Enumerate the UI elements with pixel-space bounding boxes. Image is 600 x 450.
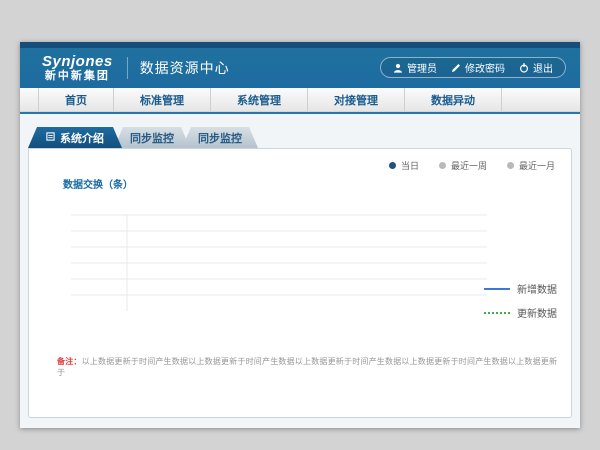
radio-today[interactable]: 当日 xyxy=(389,159,419,172)
tab-system-intro[interactable]: 系统介绍 xyxy=(28,127,122,148)
radio-last-month[interactable]: 最近一月 xyxy=(507,159,555,172)
radio-last-week[interactable]: 最近一周 xyxy=(439,159,487,172)
edit-icon xyxy=(451,63,461,73)
series-legend: 新增数据 更新数据 xyxy=(484,281,557,320)
y-axis-title: 数据交换（条） xyxy=(63,176,571,191)
chart-panel: 当日 最近一周 最近一月 数据交换（条） 新增数据 xyxy=(28,148,572,418)
legend-item-update-data[interactable]: 更新数据 xyxy=(484,305,557,320)
legend-label: 更新数据 xyxy=(517,305,557,320)
legend-label: 新增数据 xyxy=(517,281,557,296)
nav-item-home[interactable]: 首页 xyxy=(38,88,114,111)
line-chart xyxy=(35,193,535,337)
nav-item-interface-mgmt[interactable]: 对接管理 xyxy=(308,88,405,111)
change-password-label: 修改密码 xyxy=(465,60,505,75)
logout-icon xyxy=(519,63,529,73)
tab-sync-monitor-1[interactable]: 同步监控 xyxy=(114,127,190,148)
nav-item-standard-mgmt[interactable]: 标准管理 xyxy=(114,88,211,111)
radio-label: 当日 xyxy=(401,159,419,172)
chart-wrap: 新增数据 更新数据 xyxy=(35,193,571,342)
radio-label: 最近一月 xyxy=(519,159,555,172)
content-area: 系统介绍 同步监控 同步监控 当日 最近一周 xyxy=(20,114,580,428)
logout-label: 退出 xyxy=(533,60,553,75)
nav-item-system-mgmt[interactable]: 系统管理 xyxy=(211,88,308,111)
note-prefix: 备注： xyxy=(57,357,82,366)
radio-dot-icon xyxy=(439,162,446,169)
radio-dot-selected-icon xyxy=(389,162,396,169)
tab-monitor-icon xyxy=(46,132,55,144)
logo-text-en: Synjones xyxy=(42,54,113,69)
logout-button[interactable]: 退出 xyxy=(519,60,553,75)
tab-sync-monitor-2[interactable]: 同步监控 xyxy=(182,127,258,148)
footer-note: 备注：以上数据更新于时间产生数据以上数据更新于时间产生数据以上数据更新于时间产生… xyxy=(57,356,561,378)
tab-bar: 系统介绍 同步监控 同步监控 xyxy=(28,127,580,148)
legend-item-new-data[interactable]: 新增数据 xyxy=(484,281,557,296)
user-menu-admin[interactable]: 管理员 xyxy=(393,60,437,75)
user-menu-label: 管理员 xyxy=(407,60,437,75)
note-text: 以上数据更新于时间产生数据以上数据更新于时间产生数据以上数据更新于时间产生数据以… xyxy=(57,357,557,377)
user-icon xyxy=(393,63,403,73)
change-password-button[interactable]: 修改密码 xyxy=(451,60,505,75)
logo-text-cn: 新中新集团 xyxy=(42,71,113,82)
app-header: Synjones 新中新集团 数据资源中心 管理员 修改密码 xyxy=(20,48,580,88)
user-menu: 管理员 修改密码 退出 xyxy=(380,57,566,78)
dotted-line-icon xyxy=(484,312,510,314)
page-title: 数据资源中心 xyxy=(140,58,230,78)
range-radio-group: 当日 最近一周 最近一月 xyxy=(29,149,571,172)
tab-label: 同步监控 xyxy=(198,130,242,146)
app-window: Synjones 新中新集团 数据资源中心 管理员 修改密码 xyxy=(20,42,580,428)
radio-dot-icon xyxy=(507,162,514,169)
nav-item-data-change[interactable]: 数据异动 xyxy=(405,88,502,111)
header-divider xyxy=(127,57,128,79)
solid-line-icon xyxy=(484,288,510,290)
company-logo: Synjones 新中新集团 xyxy=(42,54,113,82)
tab-label: 系统介绍 xyxy=(60,130,104,146)
radio-label: 最近一周 xyxy=(451,159,487,172)
tab-label: 同步监控 xyxy=(130,130,174,146)
main-nav: 首页 标准管理 系统管理 对接管理 数据异动 xyxy=(20,88,580,112)
